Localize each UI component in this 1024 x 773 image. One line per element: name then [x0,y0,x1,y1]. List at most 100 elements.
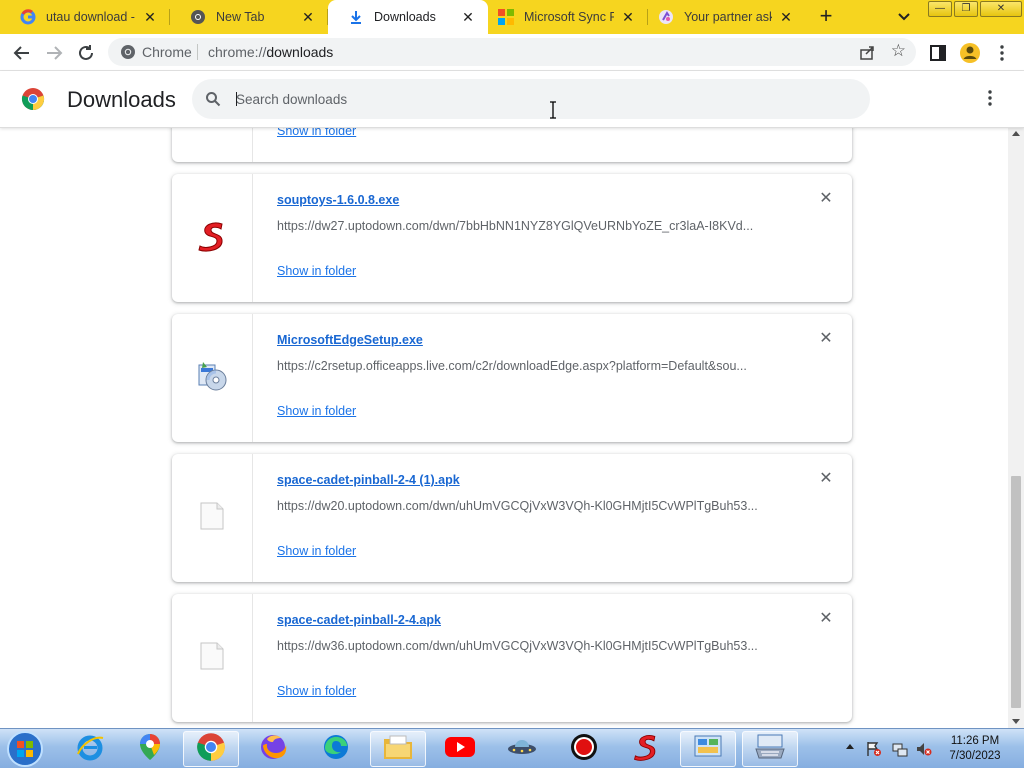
taskbar-maps[interactable] [122,731,178,767]
action-center-flag-icon[interactable] [866,741,882,757]
remove-download-button[interactable]: ✕ [818,191,834,207]
site-label: Chrome [142,44,192,60]
firefox-icon [258,732,288,767]
generic-file-icon [199,641,225,676]
show-in-folder-link[interactable]: Show in folder [277,404,356,418]
download-card: souptoys-1.6.0.8.exe https://dw27.uptodo… [172,174,852,302]
tab-utau-download[interactable]: utau download - G ✕ [0,0,170,34]
omnibox-divider [197,44,198,60]
scroll-down-arrow-icon[interactable] [1012,719,1020,724]
show-in-folder-link[interactable]: Show in folder [277,684,356,698]
url-host: downloads [266,44,334,60]
network-icon[interactable] [892,741,908,757]
edge-icon [321,732,351,767]
vertical-scrollbar[interactable] [1008,128,1024,728]
file-icon-column [172,594,253,722]
windows-taskbar: 11:26 PM 7/30/2023 [0,728,1024,768]
system-clock[interactable]: 11:26 PM 7/30/2023 [940,734,1010,764]
url-scheme: chrome:// [208,44,267,60]
remove-download-button[interactable]: ✕ [818,611,834,627]
taskbar-youtube[interactable] [432,731,488,767]
close-icon[interactable]: ✕ [778,9,794,25]
download-card: Show in folder [172,128,852,162]
start-button[interactable] [3,730,47,768]
address-bar[interactable]: Chrome chrome://downloads ☆ [108,38,916,66]
tab-title: Your partner asks [684,10,772,24]
chrome-site-icon[interactable] [120,44,136,60]
file-icon-column [172,174,253,302]
forward-button[interactable] [42,41,66,65]
taskbar-chrome[interactable] [183,731,239,767]
chrome-menu-icon[interactable] [990,41,1014,65]
chrome-icon [196,732,226,767]
page-title: Downloads [67,87,176,112]
ufo-icon [506,734,538,765]
clock-time: 11:26 PM [950,735,1000,747]
show-in-folder-link[interactable]: Show in folder [277,264,356,278]
search-box[interactable] [192,79,870,119]
source-url: https://dw36.uptodown.com/dwn/uhUmVGCQjV… [277,639,758,653]
share-icon[interactable] [858,43,876,61]
download-icon [348,9,364,25]
taskbar-file-explorer[interactable] [370,731,426,767]
chevron-down-icon[interactable] [894,8,914,26]
show-hidden-icons-arrow-icon[interactable] [846,744,854,749]
tab-strip: utau download - G ✕ New Tab ✕ Downloads … [0,0,1024,34]
more-actions-icon[interactable] [982,89,998,111]
generic-file-icon [199,501,225,536]
show-in-folder-link[interactable]: Show in folder [277,128,356,138]
profile-avatar-icon[interactable] [958,41,982,65]
download-card: space-cadet-pinball-2-4.apk https://dw36… [172,594,852,722]
internet-explorer-icon [75,732,105,767]
tab-title: New Tab [216,10,265,24]
show-in-folder-link[interactable]: Show in folder [277,544,356,558]
download-card: MicrosoftEdgeSetup.exe https://c2rsetup.… [172,314,852,442]
side-panel-icon[interactable] [926,41,950,65]
taskbar-keyboard-app[interactable] [742,731,798,767]
file-name-link[interactable]: space-cadet-pinball-2-4.apk [277,613,441,627]
taskbar-recorder[interactable] [556,731,612,767]
text-cursor-icon [548,101,558,119]
partner-icon [658,9,674,25]
restore-button[interactable]: ❐ [954,1,978,17]
search-input[interactable] [236,90,796,108]
volume-muted-icon[interactable] [916,741,932,757]
tab-title: Microsoft Sync Fr [524,10,614,24]
file-icon-column [172,314,253,442]
remove-download-button[interactable]: ✕ [818,471,834,487]
reload-button[interactable] [74,41,98,65]
scroll-up-arrow-icon[interactable] [1012,131,1020,136]
minimize-button[interactable]: — [928,1,952,17]
window-close-button[interactable]: ✕ [980,1,1022,17]
tab-title: utau download - G [46,10,136,24]
remove-download-button[interactable]: ✕ [818,331,834,347]
download-card: space-cadet-pinball-2-4 (1).apk https://… [172,454,852,582]
search-icon [205,91,221,107]
close-icon[interactable]: ✕ [460,9,476,25]
text-caret [236,92,237,106]
back-button[interactable] [10,41,34,65]
taskbar-souptoys[interactable] [618,731,674,767]
file-name-link[interactable]: souptoys-1.6.0.8.exe [277,193,399,207]
new-tab-button[interactable]: + [814,5,838,29]
tab-partner[interactable]: Your partner asks ✕ [648,0,806,34]
tab-microsoft-sync[interactable]: Microsoft Sync Fr ✕ [488,0,648,34]
souptoys-icon [631,732,661,767]
bookmark-star-icon[interactable]: ☆ [891,41,906,61]
taskbar-internet-explorer[interactable] [62,731,118,767]
tab-downloads[interactable]: Downloads ✕ [328,0,488,34]
close-icon[interactable]: ✕ [142,9,158,25]
file-name-link[interactable]: MicrosoftEdgeSetup.exe [277,333,423,347]
taskbar-control-panel[interactable] [680,731,736,767]
taskbar-firefox[interactable] [245,731,301,767]
url-text: chrome://downloads [208,44,333,60]
tab-new-tab[interactable]: New Tab ✕ [170,0,328,34]
taskbar-ufo-app[interactable] [494,731,550,767]
file-name-link[interactable]: space-cadet-pinball-2-4 (1).apk [277,473,460,487]
microsoft-logo-icon [498,9,514,25]
close-icon[interactable]: ✕ [620,9,636,25]
close-icon[interactable]: ✕ [300,9,316,25]
record-icon [569,732,599,767]
scroll-thumb[interactable] [1011,476,1021,708]
taskbar-edge[interactable] [308,731,364,767]
